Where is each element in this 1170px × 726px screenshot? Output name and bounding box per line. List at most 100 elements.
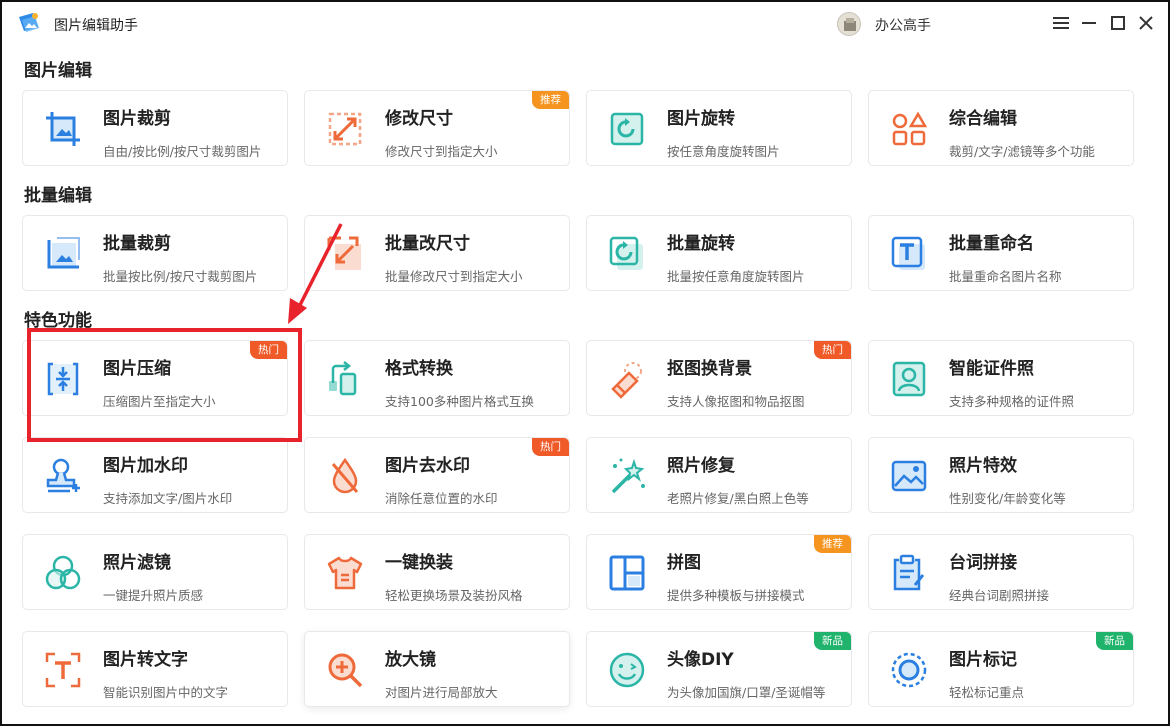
shapes-icon (889, 109, 929, 149)
card-resize[interactable]: 修改尺寸 修改尺寸到指定大小 推荐 (304, 90, 570, 166)
card-desc: 支持人像抠图和物品抠图 (667, 391, 805, 410)
card-batch-resize[interactable]: 批量改尺寸 批量修改尺寸到指定大小 (304, 215, 570, 291)
card-title: 照片特效 (949, 451, 1017, 476)
card-title: 拼图 (667, 548, 701, 573)
batch-resize-icon (325, 234, 365, 274)
card-desc: 支持添加文字/图片水印 (103, 488, 232, 507)
card-collage[interactable]: 拼图 提供多种模板与拼接模式 推荐 (586, 534, 852, 610)
card-title: 图片旋转 (667, 104, 735, 129)
minimize-icon (1082, 16, 1096, 30)
card-title: 抠图换背景 (667, 354, 752, 379)
card-desc: 消除任意位置的水印 (385, 488, 498, 507)
card-line-stitch[interactable]: 台词拼接 经典台词剧照拼接 (868, 534, 1134, 610)
batch-crop-icon (43, 234, 83, 274)
card-photo-repair[interactable]: 照片修复 老照片修复/黑白照上色等 (586, 437, 852, 513)
ocr-text-icon (43, 650, 83, 690)
card-desc: 支持多种规格的证件照 (949, 391, 1074, 410)
avatar-icon (838, 13, 861, 36)
card-combined-edit[interactable]: 综合编辑 裁剪/文字/滤镜等多个功能 (868, 90, 1134, 166)
minimize-button[interactable] (1078, 12, 1100, 34)
card-title: 修改尺寸 (385, 104, 453, 129)
user-avatar[interactable] (837, 12, 861, 36)
badge-hot: 热门 (532, 438, 569, 456)
target-icon (889, 650, 929, 690)
id-photo-icon (889, 359, 929, 399)
card-desc: 按任意角度旋转图片 (667, 141, 780, 160)
card-batch-crop[interactable]: 批量裁剪 批量按比例/按尺寸裁剪图片 (22, 215, 288, 291)
card-desc: 压缩图片至指定大小 (103, 391, 216, 410)
shirt-icon (325, 553, 365, 593)
title-bar: 图片编辑助手 办公高手 (2, 2, 1168, 44)
maximize-icon (1111, 16, 1125, 30)
card-title: 智能证件照 (949, 354, 1034, 379)
card-avatar-diy[interactable]: 头像DIY 为头像加国旗/口罩/圣诞帽等 新品 (586, 631, 852, 707)
badge-recommend: 推荐 (532, 91, 569, 109)
card-magnifier[interactable]: 放大镜 对图片进行局部放大 (304, 631, 570, 707)
card-rotate[interactable]: 图片旋转 按任意角度旋转图片 (586, 90, 852, 166)
collage-icon (607, 553, 647, 593)
card-image-to-text[interactable]: 图片转文字 智能识别图片中的文字 (22, 631, 288, 707)
card-title: 批量裁剪 (103, 229, 171, 254)
menu-button[interactable] (1050, 12, 1072, 34)
card-desc: 裁剪/文字/滤镜等多个功能 (949, 141, 1095, 160)
card-title: 图片加水印 (103, 451, 188, 476)
card-title: 批量改尺寸 (385, 229, 470, 254)
rotate-icon (607, 109, 647, 149)
card-desc: 批量按比例/按尺寸裁剪图片 (103, 266, 257, 285)
drop-slash-icon (325, 456, 365, 496)
card-desc: 经典台词剧照拼接 (949, 585, 1049, 604)
app-title: 图片编辑助手 (54, 15, 138, 35)
section-title-features: 特色功能 (24, 306, 92, 331)
card-image-mark[interactable]: 图片标记 轻松标记重点 新品 (868, 631, 1134, 707)
card-id-photo[interactable]: 智能证件照 支持多种规格的证件照 (868, 340, 1134, 416)
card-desc: 批量修改尺寸到指定大小 (385, 266, 523, 285)
card-title: 一键换装 (385, 548, 453, 573)
app-logo-icon (16, 11, 42, 35)
section-title-batch-edit: 批量编辑 (24, 181, 92, 206)
card-batch-rename[interactable]: 批量重命名 批量重命名图片名称 (868, 215, 1134, 291)
landscape-icon (889, 456, 929, 496)
card-title: 图片压缩 (103, 354, 171, 379)
section-title-image-edit: 图片编辑 (24, 56, 92, 81)
batch-rotate-icon (607, 234, 647, 274)
card-batch-rotate[interactable]: 批量旋转 批量按任意角度旋转图片 (586, 215, 852, 291)
card-photo-filter[interactable]: 照片滤镜 一键提升照片质感 (22, 534, 288, 610)
card-desc: 性别变化/年龄变化等 (949, 488, 1066, 507)
card-title: 头像DIY (667, 645, 734, 670)
card-title: 批量重命名 (949, 229, 1034, 254)
card-desc: 老照片修复/黑白照上色等 (667, 488, 809, 507)
menu-icon (1053, 16, 1069, 30)
card-desc: 自由/按比例/按尺寸裁剪图片 (103, 141, 261, 160)
card-title: 照片修复 (667, 451, 735, 476)
badge-hot: 热门 (250, 341, 287, 359)
card-cutout-background[interactable]: 抠图换背景 支持人像抠图和物品抠图 热门 (586, 340, 852, 416)
card-desc: 一键提升照片质感 (103, 585, 203, 604)
clipboard-icon (889, 553, 929, 593)
rename-icon (889, 234, 929, 274)
convert-icon (325, 359, 365, 399)
card-desc: 为头像加国旗/口罩/圣诞帽等 (667, 682, 825, 701)
stamp-icon (43, 456, 83, 496)
card-desc: 批量按任意角度旋转图片 (667, 266, 805, 285)
card-format-convert[interactable]: 格式转换 支持100多种图片格式互换 (304, 340, 570, 416)
card-desc: 支持100多种图片格式互换 (385, 391, 534, 410)
close-button[interactable] (1135, 12, 1157, 34)
crop-icon (43, 109, 83, 149)
badge-recommend: 推荐 (814, 535, 851, 553)
card-title: 图片裁剪 (103, 104, 171, 129)
card-outfit-change[interactable]: 一键换装 轻松更换场景及装扮风格 (304, 534, 570, 610)
card-remove-watermark[interactable]: 图片去水印 消除任意位置的水印 热门 (304, 437, 570, 513)
card-title: 照片滤镜 (103, 548, 171, 573)
card-add-watermark[interactable]: 图片加水印 支持添加文字/图片水印 (22, 437, 288, 513)
magnifier-icon (325, 650, 365, 690)
card-crop[interactable]: 图片裁剪 自由/按比例/按尺寸裁剪图片 (22, 90, 288, 166)
card-compress[interactable]: 图片压缩 压缩图片至指定大小 热门 (22, 340, 288, 416)
user-name[interactable]: 办公高手 (875, 15, 931, 35)
card-photo-effects[interactable]: 照片特效 性别变化/年龄变化等 (868, 437, 1134, 513)
card-title: 批量旋转 (667, 229, 735, 254)
app-window: 图片编辑助手 办公高手 图片编辑 批量编辑 特色功能 (0, 0, 1170, 726)
maximize-button[interactable] (1107, 12, 1129, 34)
card-desc: 智能识别图片中的文字 (103, 682, 228, 701)
compress-icon (43, 359, 83, 399)
card-desc: 提供多种模板与拼接模式 (667, 585, 805, 604)
